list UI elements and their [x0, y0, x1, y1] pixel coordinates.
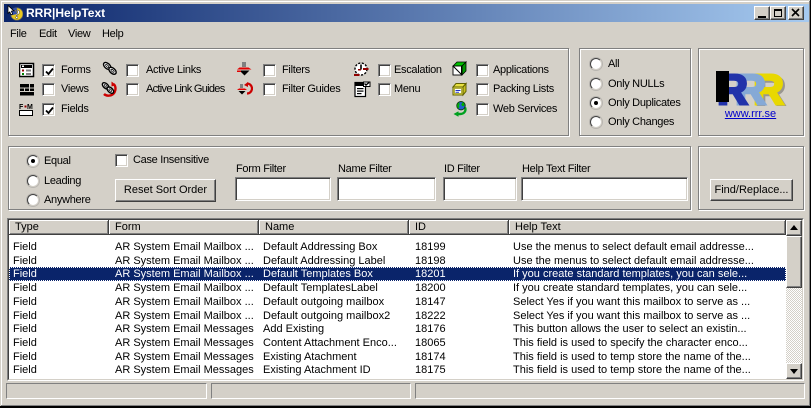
svg-text:M: M	[27, 104, 33, 111]
svg-text:?: ?	[14, 8, 20, 22]
svg-text:F: F	[19, 104, 24, 111]
